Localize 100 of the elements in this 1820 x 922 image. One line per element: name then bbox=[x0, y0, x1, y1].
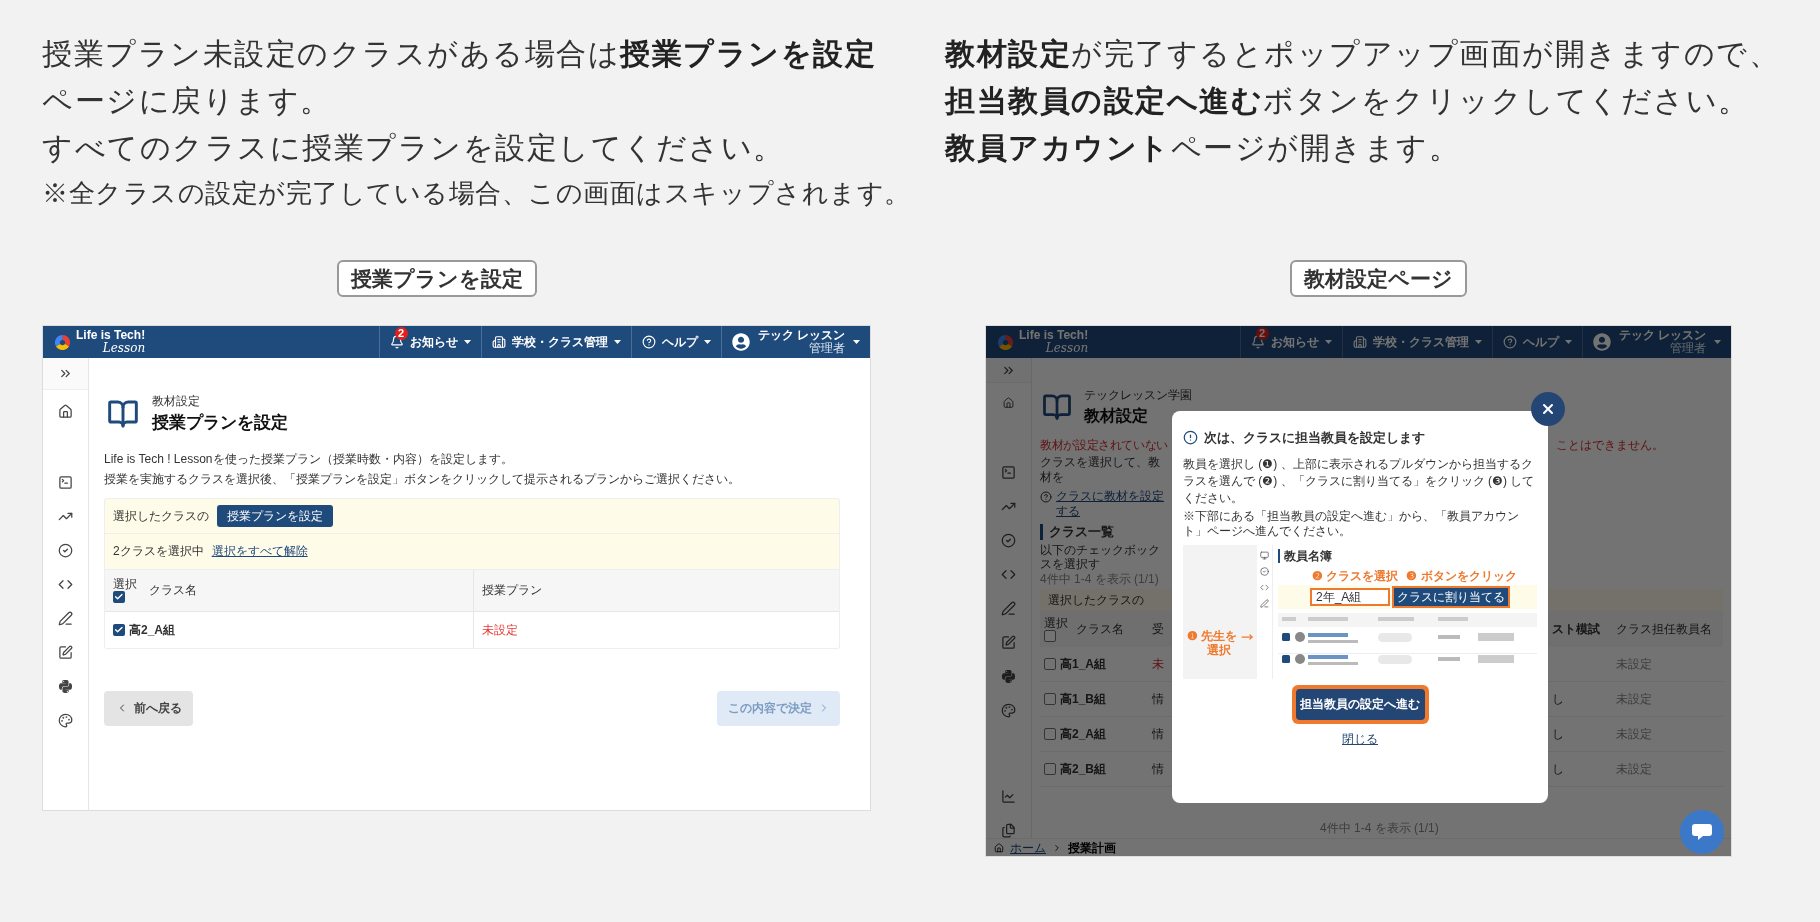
monitor-icon bbox=[1260, 550, 1269, 560]
help-icon bbox=[1502, 335, 1517, 349]
home-icon[interactable] bbox=[58, 404, 73, 419]
caret-icon bbox=[1714, 340, 1721, 344]
checkbox[interactable] bbox=[1044, 630, 1056, 642]
check-circle-icon[interactable] bbox=[58, 543, 73, 558]
section-title: クラス一覧 bbox=[1040, 524, 1114, 540]
column-header: 選択 bbox=[113, 577, 137, 591]
checkbox[interactable] bbox=[1044, 658, 1056, 670]
table-cell: し bbox=[1552, 727, 1564, 741]
set-plan-button[interactable]: 授業プランを設定 bbox=[217, 504, 333, 527]
chevron-right-icon bbox=[1052, 842, 1062, 853]
nav-menu[interactable]: ヘルプ bbox=[1491, 326, 1582, 358]
checkbox[interactable] bbox=[113, 591, 125, 603]
code-icon[interactable] bbox=[1001, 567, 1016, 582]
caret-icon bbox=[1564, 340, 1572, 344]
step-annotation: 先生を選択 bbox=[1200, 628, 1237, 657]
note-text: ※全クラスの設定が完了している場合、この画面はスキップされます。 bbox=[42, 177, 911, 210]
modal-body: 教員を選択し (❶) 、上部に表示されるプルダウンから担当するクラスを選んで (❷) 、「クラスに割り当てる」をクリック (❸) してください。 bbox=[1183, 455, 1536, 507]
instruction-text: 授業プラン未設定のクラスがある場合は授業プランを設定 bbox=[42, 36, 876, 72]
instruction-text: 担当教員の設定へ進むボタンをクリックしてください。 bbox=[945, 83, 1750, 119]
table-cell: 情 bbox=[1152, 762, 1164, 776]
page-overline: 教材設定 bbox=[152, 393, 200, 410]
user-name: テック レッスン bbox=[757, 329, 845, 342]
caret-icon bbox=[703, 340, 711, 344]
table-cell-text: 未設定 bbox=[482, 621, 518, 639]
close-icon bbox=[1540, 401, 1556, 417]
logo-subtext: Lesson bbox=[1045, 342, 1089, 355]
selection-label: 選択したクラスの bbox=[1048, 592, 1144, 609]
clear-selection-link[interactable]: 選択をすべて解除 bbox=[211, 542, 308, 560]
assign-button[interactable]: クラスに割り当てる bbox=[1394, 587, 1508, 606]
column-header: 授業プラン bbox=[482, 582, 542, 599]
user-menu[interactable]: テック レッスン 管理者 bbox=[1581, 326, 1731, 358]
terminal-icon[interactable] bbox=[1001, 465, 1016, 480]
primary-button[interactable]: 担当教員の設定へ進む bbox=[1295, 688, 1425, 720]
close-button[interactable] bbox=[1531, 392, 1565, 426]
caret-icon bbox=[463, 340, 471, 344]
avatar-icon bbox=[1592, 333, 1611, 351]
user-menu[interactable]: テック レッスン 管理者 bbox=[720, 326, 870, 358]
logo-text: Life is Tech! bbox=[1019, 329, 1089, 342]
table-cell-text: 高2_A組 bbox=[129, 621, 175, 639]
back-button[interactable]: 前へ戻る bbox=[104, 690, 193, 726]
caption-label: 授業プランを設定 bbox=[336, 260, 537, 297]
pen-icon[interactable] bbox=[58, 611, 73, 626]
bell-icon bbox=[1250, 335, 1265, 349]
step-annotation: ❸ ボタンをクリック bbox=[1406, 568, 1517, 583]
warning-text: 教材が設定されていない bbox=[1040, 438, 1170, 453]
nav-menu[interactable]: 学校・クラス管理 bbox=[480, 326, 631, 358]
breadcrumb-current: 授業計画 bbox=[1068, 840, 1116, 855]
checkbox[interactable] bbox=[1044, 693, 1056, 705]
files-icon[interactable] bbox=[1001, 823, 1016, 838]
code-icon[interactable] bbox=[58, 577, 73, 592]
section-note: 以下のチェックボックスを選択す bbox=[1040, 543, 1161, 571]
table-cell-text: 高2_A組 bbox=[1060, 726, 1106, 743]
column-header: スト模試 bbox=[1552, 622, 1600, 636]
instruction-text: ページに戻ります。 bbox=[42, 83, 332, 119]
help-icon bbox=[641, 335, 656, 349]
column-header: 選択 bbox=[1044, 616, 1068, 630]
warning-text: ことはできません。 bbox=[1556, 438, 1664, 453]
table-cell: し bbox=[1552, 692, 1564, 706]
notification-badge: 2 bbox=[1255, 327, 1269, 340]
user-name: テック レッスン bbox=[1618, 329, 1706, 342]
help-link[interactable]: クラスに教材を設定する bbox=[1056, 489, 1168, 519]
close-link[interactable]: 閉じる bbox=[1342, 729, 1378, 748]
table-cell: 未 bbox=[1152, 657, 1164, 671]
instruction-text: すべてのクラスに授業プランを設定してください。 bbox=[42, 130, 785, 166]
palette-icon[interactable] bbox=[58, 713, 73, 728]
logo-subtext: Lesson bbox=[102, 342, 146, 355]
checkbox[interactable] bbox=[1044, 763, 1056, 775]
pen-icon bbox=[1260, 598, 1269, 608]
nav-menu[interactable]: ヘルプ bbox=[630, 326, 721, 358]
column-header: クラス担任教員名 bbox=[1616, 621, 1712, 638]
pen-icon[interactable] bbox=[1001, 601, 1016, 616]
selection-label: 選択したクラスの bbox=[113, 507, 209, 525]
bell-icon bbox=[389, 335, 404, 349]
terminal-icon[interactable] bbox=[58, 475, 73, 490]
step-annotation: ❷ クラスを選択 bbox=[1312, 568, 1399, 583]
table-cell: 情 bbox=[1152, 692, 1164, 706]
checkbox[interactable] bbox=[113, 623, 125, 636]
instruction-text: 教員アカウントページが開きます。 bbox=[945, 130, 1460, 166]
edit-icon[interactable] bbox=[58, 645, 73, 660]
user-role: 管理者 bbox=[1670, 342, 1706, 355]
nav-menu[interactable]: 学校・クラス管理 bbox=[1341, 326, 1492, 358]
description-text: Life is Tech ! Lessonを使った授業プラン（授業時数・内容）を設定します。 bbox=[104, 450, 513, 468]
table-cell-text: 高1_B組 bbox=[1060, 691, 1106, 708]
guide-title: 教員名簿 bbox=[1278, 548, 1332, 563]
speech-bubble-icon bbox=[1691, 823, 1713, 841]
line-chart-icon[interactable] bbox=[1001, 789, 1016, 804]
book-icon bbox=[1040, 392, 1074, 422]
check-circle-icon[interactable] bbox=[1001, 533, 1016, 548]
logo-icon bbox=[998, 334, 1013, 350]
python-icon[interactable] bbox=[58, 679, 73, 694]
breadcrumb-link[interactable]: ホーム bbox=[1010, 840, 1046, 855]
nav-menu[interactable]: 2 お知らせ bbox=[378, 326, 481, 358]
avatar-icon bbox=[731, 333, 750, 351]
table-cell-text: 高2_B組 bbox=[1060, 761, 1106, 778]
check-circle-icon bbox=[1260, 566, 1269, 576]
checkbox[interactable] bbox=[1044, 728, 1056, 740]
chat-button[interactable] bbox=[1680, 810, 1724, 854]
page-overline: テックレッスン学園 bbox=[1084, 387, 1192, 404]
